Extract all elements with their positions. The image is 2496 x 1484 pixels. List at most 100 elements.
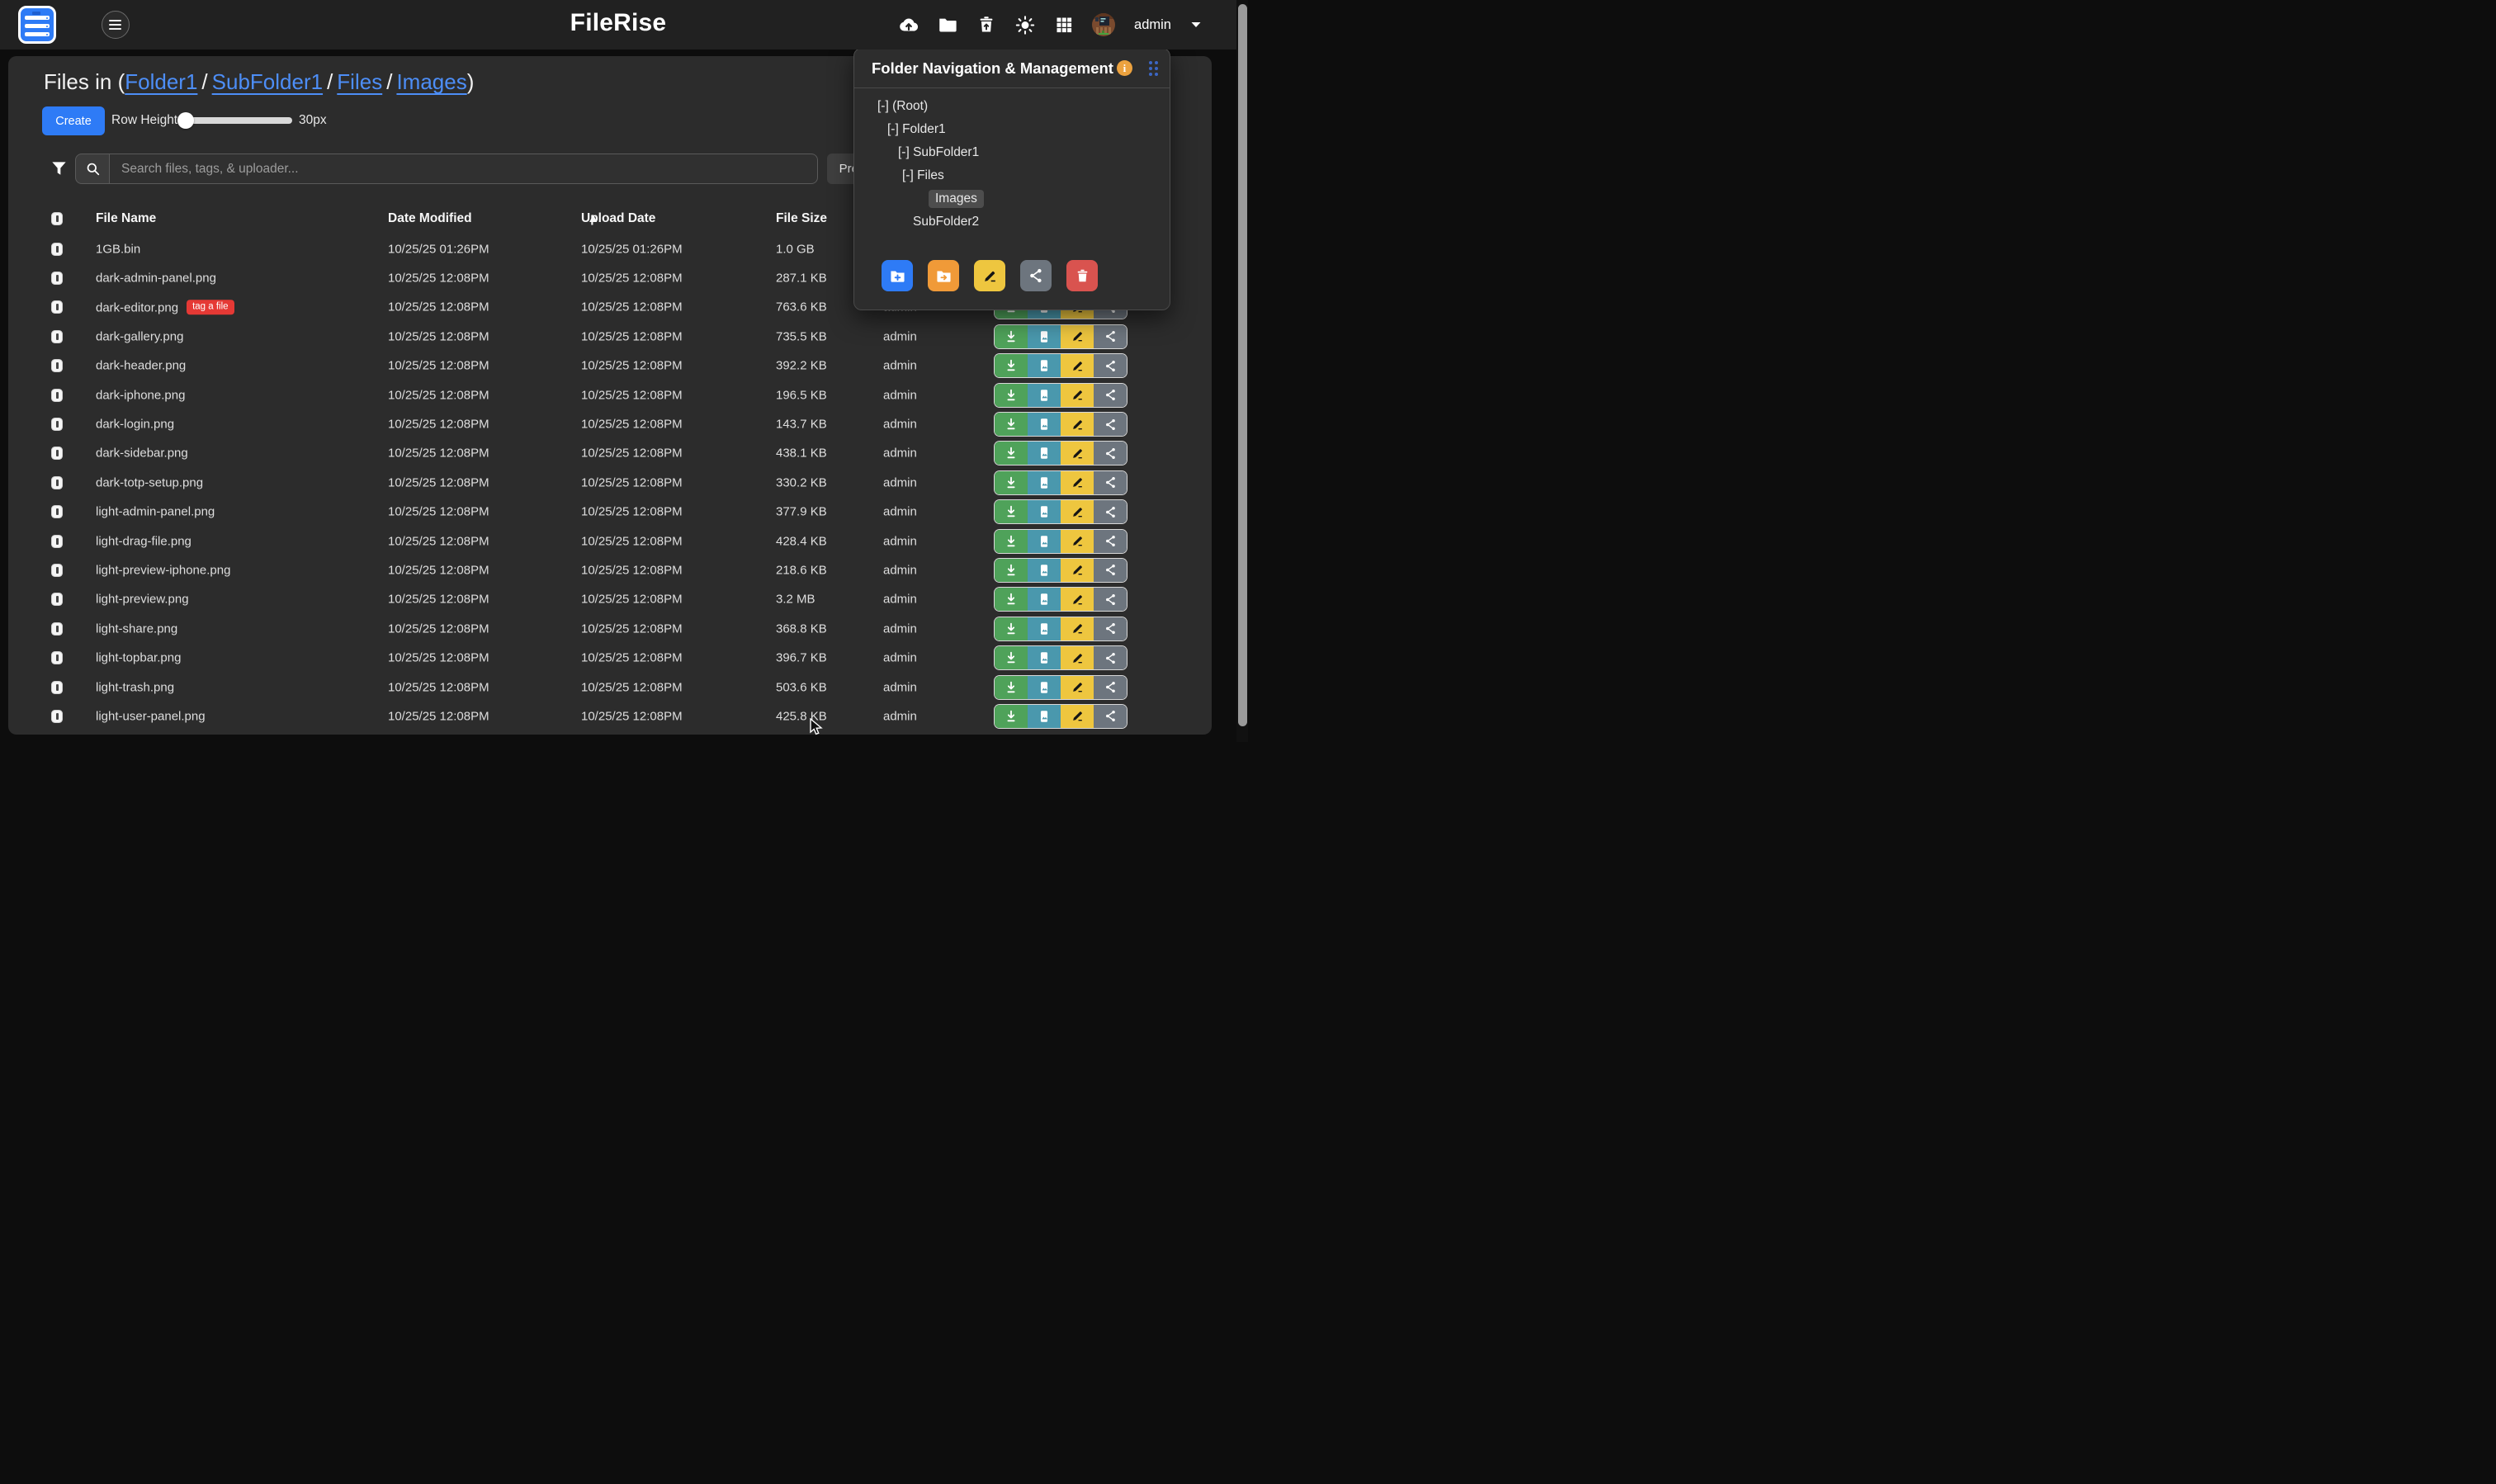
edit-button[interactable] [1061, 646, 1094, 669]
row-checkbox[interactable] [52, 477, 62, 489]
download-button[interactable] [995, 559, 1028, 582]
preview-button[interactable] [1028, 442, 1061, 465]
edit-button[interactable] [1061, 354, 1094, 377]
preview-button[interactable] [1028, 559, 1061, 582]
edit-button[interactable] [1061, 500, 1094, 523]
download-button[interactable] [995, 354, 1028, 377]
info-icon[interactable]: i [1117, 60, 1132, 76]
row-checkbox[interactable] [52, 565, 62, 576]
row-checkbox[interactable] [52, 506, 62, 518]
trash-restore-icon[interactable] [976, 14, 997, 35]
menu-toggle-button[interactable] [102, 11, 130, 39]
create-folder-button[interactable] [882, 260, 913, 291]
preview-button[interactable] [1028, 354, 1061, 377]
file-name-cell[interactable]: light-admin-panel.png [96, 505, 215, 519]
preview-button[interactable] [1028, 500, 1061, 523]
select-all-checkbox[interactable] [52, 213, 62, 224]
download-button[interactable] [995, 325, 1028, 348]
row-checkbox[interactable] [52, 711, 62, 722]
share-button[interactable] [1094, 325, 1127, 348]
row-checkbox[interactable] [52, 418, 62, 430]
preview-button[interactable] [1028, 471, 1061, 494]
share-button[interactable] [1094, 588, 1127, 611]
download-button[interactable] [995, 588, 1028, 611]
file-name-cell[interactable]: 1GB.bin [96, 242, 140, 256]
folder-tree-item[interactable]: [-] SubFolder1 [854, 141, 1170, 164]
username-label[interactable]: admin [1134, 17, 1171, 33]
edit-button[interactable] [1061, 705, 1094, 728]
folder-manager-icon[interactable] [937, 14, 958, 35]
share-folder-button[interactable] [1020, 260, 1052, 291]
preview-button[interactable] [1028, 676, 1061, 699]
folder-tree-item[interactable]: [-] Folder1 [854, 118, 1170, 141]
file-name-cell[interactable]: light-topbar.png [96, 651, 181, 665]
share-button[interactable] [1094, 500, 1127, 523]
edit-button[interactable] [1061, 530, 1094, 553]
share-button[interactable] [1094, 530, 1127, 553]
download-button[interactable] [995, 676, 1028, 699]
filerise-logo-icon[interactable] [18, 6, 56, 44]
upload-icon[interactable] [898, 14, 919, 35]
row-checkbox[interactable] [52, 243, 62, 255]
folder-tree-item[interactable]: SubFolder2 [854, 210, 1170, 234]
share-button[interactable] [1094, 646, 1127, 669]
row-height-slider-thumb[interactable] [177, 112, 194, 129]
file-name-cell[interactable]: dark-totp-setup.png [96, 475, 203, 489]
file-name-cell[interactable]: dark-login.png [96, 418, 174, 432]
file-name-cell[interactable]: dark-editor.pngtag a file [96, 300, 234, 315]
folder-tree-item[interactable]: [-] Files [854, 164, 1170, 187]
row-checkbox[interactable] [52, 360, 62, 371]
breadcrumb-link-files[interactable]: Files [337, 69, 382, 94]
row-checkbox[interactable] [52, 301, 62, 313]
page-scrollbar[interactable] [1236, 0, 1248, 742]
share-button[interactable] [1094, 705, 1127, 728]
preview-button[interactable] [1028, 588, 1061, 611]
share-button[interactable] [1094, 676, 1127, 699]
row-checkbox[interactable] [52, 272, 62, 284]
breadcrumb-link-folder1[interactable]: Folder1 [125, 69, 197, 94]
file-name-cell[interactable]: light-drag-file.png [96, 534, 191, 548]
download-button[interactable] [995, 646, 1028, 669]
row-checkbox[interactable] [52, 682, 62, 693]
row-checkbox[interactable] [52, 536, 62, 547]
download-button[interactable] [995, 530, 1028, 553]
file-name-cell[interactable]: light-preview-iphone.png [96, 563, 230, 577]
file-name-cell[interactable]: light-user-panel.png [96, 709, 206, 723]
preview-button[interactable] [1028, 530, 1061, 553]
share-button[interactable] [1094, 471, 1127, 494]
theme-toggle-icon[interactable] [1014, 14, 1036, 35]
download-button[interactable] [995, 442, 1028, 465]
preview-button[interactable] [1028, 384, 1061, 407]
edit-button[interactable] [1061, 471, 1094, 494]
share-button[interactable] [1094, 413, 1127, 436]
file-name-cell[interactable]: dark-admin-panel.png [96, 272, 216, 286]
edit-button[interactable] [1061, 325, 1094, 348]
row-checkbox[interactable] [52, 390, 62, 401]
scrollbar-thumb[interactable] [1238, 4, 1247, 726]
row-checkbox[interactable] [52, 331, 62, 343]
user-avatar[interactable] [1092, 13, 1115, 36]
row-checkbox[interactable] [52, 593, 62, 605]
download-button[interactable] [995, 617, 1028, 640]
breadcrumb-link-images[interactable]: Images [396, 69, 466, 94]
create-button[interactable]: Create [42, 106, 105, 135]
tag-a-file-badge[interactable]: tag a file [187, 300, 234, 315]
download-button[interactable] [995, 413, 1028, 436]
download-button[interactable] [995, 471, 1028, 494]
rename-folder-button[interactable] [974, 260, 1005, 291]
preview-button[interactable] [1028, 413, 1061, 436]
search-input[interactable] [110, 154, 818, 184]
preview-button[interactable] [1028, 617, 1061, 640]
file-name-cell[interactable]: dark-header.png [96, 359, 186, 373]
move-folder-button[interactable] [928, 260, 959, 291]
file-name-cell[interactable]: dark-sidebar.png [96, 447, 188, 461]
download-button[interactable] [995, 500, 1028, 523]
preview-button[interactable] [1028, 646, 1061, 669]
row-checkbox[interactable] [52, 447, 62, 459]
breadcrumb-link-subfolder1[interactable]: SubFolder1 [212, 69, 323, 94]
edit-button[interactable] [1061, 676, 1094, 699]
preview-button[interactable] [1028, 705, 1061, 728]
row-checkbox[interactable] [52, 652, 62, 664]
edit-button[interactable] [1061, 413, 1094, 436]
edit-button[interactable] [1061, 588, 1094, 611]
